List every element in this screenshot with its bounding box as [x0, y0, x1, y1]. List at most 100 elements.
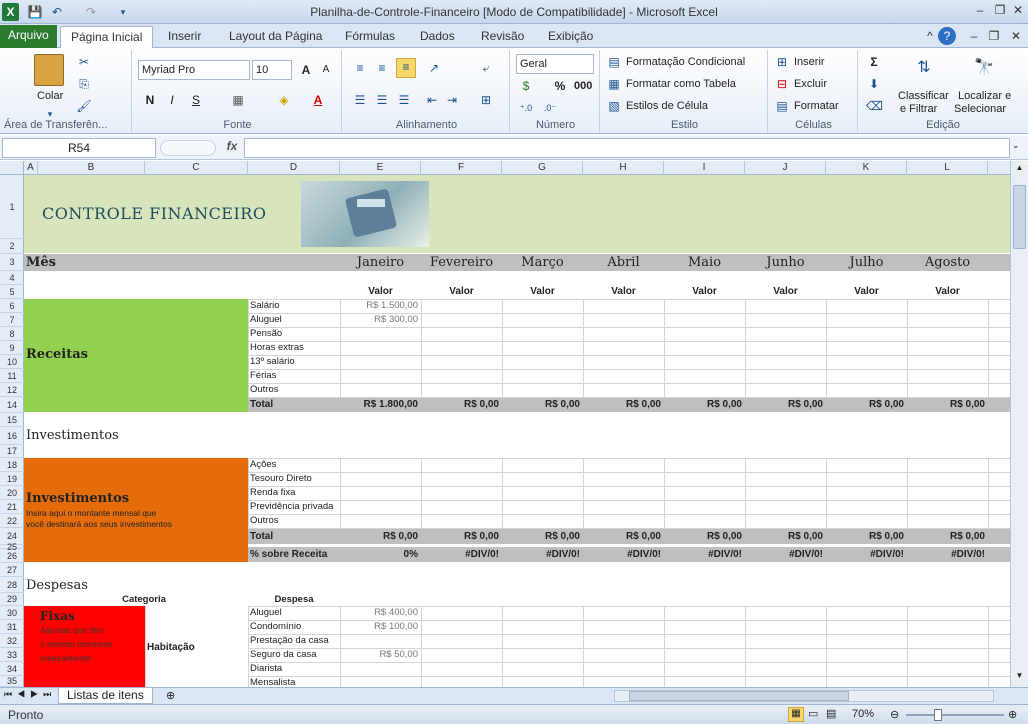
decrease-indent-icon[interactable]: ⇤ [424, 92, 440, 108]
column-header[interactable]: D [248, 161, 340, 175]
insert-function-button[interactable]: fx [222, 139, 242, 157]
tab-dados[interactable]: Dados [410, 26, 465, 48]
increase-decimal-icon[interactable]: ⁺.0 [518, 100, 534, 116]
sheet-nav-icon[interactable]: ⏮◀▶⏭ [4, 689, 56, 700]
number-format-combo[interactable]: Geral [516, 54, 594, 74]
zoom-out-icon[interactable]: ⊖ [890, 708, 899, 721]
autosum-icon[interactable]: Σ [866, 54, 882, 70]
row-header[interactable]: 3 [0, 254, 24, 271]
row-header[interactable]: 30 [0, 606, 24, 620]
zoom-level[interactable]: 70% [852, 708, 874, 720]
normal-view-icon[interactable]: ▦ [788, 707, 804, 722]
insert-sheet-icon[interactable]: ⊕ [166, 689, 175, 702]
conditional-formatting-button[interactable]: Formatação Condicional [626, 56, 745, 68]
row-header[interactable]: 33 [0, 648, 24, 662]
wb-close-icon[interactable]: ✕ [1004, 27, 1028, 45]
align-center-icon[interactable]: ☰ [374, 92, 390, 108]
page-break-view-icon[interactable]: ▤ [826, 707, 836, 720]
row-header[interactable]: 20 [0, 486, 24, 500]
conditional-formatting-icon[interactable]: ▤ [606, 54, 622, 70]
scroll-down-icon[interactable]: ▼ [1013, 671, 1026, 683]
row-header[interactable]: 18 [0, 458, 24, 472]
worksheet-grid[interactable]: CONTROLE FINANCEIRO Mês Janeiro Fevereiro Ma… [24, 175, 1010, 687]
vertical-scroll-thumb[interactable] [1013, 185, 1026, 249]
font-name-combo[interactable]: Myriad Pro [138, 60, 250, 80]
row-header[interactable]: 5 [0, 285, 24, 299]
sheet-tab-listas[interactable]: Listas de itens [58, 688, 153, 704]
sort-filter-icon[interactable]: ⇅ [912, 56, 936, 80]
row-header[interactable]: 1 [0, 175, 24, 239]
row-header[interactable]: 17 [0, 445, 24, 458]
percent-button[interactable]: % [552, 78, 568, 94]
cell-styles-button[interactable]: Estilos de Célula [626, 100, 708, 112]
tab-formulas[interactable]: Fórmulas [335, 26, 405, 48]
row-header[interactable]: 10 [0, 355, 24, 369]
tab-pagina-inicial[interactable]: Página Inicial [60, 26, 154, 49]
help-icon[interactable]: ? [938, 27, 956, 45]
tab-revisao[interactable]: Revisão [471, 26, 534, 48]
scroll-up-icon[interactable]: ▲ [1013, 163, 1026, 175]
paste-icon[interactable] [34, 54, 64, 86]
fill-icon[interactable]: ⬇ [866, 76, 882, 92]
column-header[interactable]: G [502, 161, 583, 175]
insert-cells-icon[interactable]: ⊞ [774, 54, 790, 70]
paste-button[interactable]: Colar [37, 90, 63, 102]
row-header[interactable]: 29 [0, 593, 24, 606]
column-header[interactable]: L [907, 161, 988, 175]
close-icon[interactable]: ✕ [1006, 1, 1028, 19]
orientation-icon[interactable]: ↗ [426, 60, 442, 76]
select-all-button[interactable] [0, 161, 24, 175]
name-box[interactable]: R54 [2, 138, 156, 158]
horizontal-scrollbar[interactable] [614, 690, 994, 702]
row-header[interactable]: 22 [0, 514, 24, 528]
tab-arquivo[interactable]: Arquivo [0, 25, 57, 48]
row-header[interactable]: 12 [0, 383, 24, 397]
bold-button[interactable]: N [142, 92, 158, 108]
tab-inserir[interactable]: Inserir [158, 26, 211, 48]
copy-icon[interactable]: ⎘ [76, 76, 92, 92]
column-header[interactable]: J [745, 161, 826, 175]
wb-restore-icon[interactable]: ❐ [982, 27, 1006, 45]
format-as-table-button[interactable]: Formatar como Tabela [626, 78, 736, 90]
tab-exibicao[interactable]: Exibição [538, 26, 603, 48]
column-header[interactable]: F [421, 161, 502, 175]
column-header[interactable]: A [24, 161, 38, 175]
increase-indent-icon[interactable]: ⇥ [444, 92, 460, 108]
expand-formula-icon[interactable]: ⌄ [1012, 140, 1020, 151]
row-header[interactable]: 32 [0, 634, 24, 648]
row-header[interactable]: 4 [0, 271, 24, 285]
row-header[interactable]: 16 [0, 427, 24, 445]
row-header[interactable]: 15 [0, 413, 24, 427]
vertical-scrollbar[interactable]: ▲ ▼ [1010, 161, 1028, 687]
column-header[interactable]: I [664, 161, 745, 175]
row-header[interactable]: 21 [0, 500, 24, 514]
cut-icon[interactable]: ✂ [76, 54, 92, 70]
zoom-slider-thumb[interactable] [934, 709, 942, 721]
insert-cells-button[interactable]: Inserir [794, 56, 825, 68]
column-header[interactable]: H [583, 161, 664, 175]
underline-button[interactable]: S [188, 92, 204, 108]
fill-color-icon[interactable]: ◈ [276, 92, 292, 108]
zoom-in-icon[interactable]: ⊕ [1008, 708, 1017, 721]
column-header[interactable]: E [340, 161, 421, 175]
find-select-button-2[interactable]: Selecionar [954, 103, 1006, 115]
align-bottom-icon[interactable]: ≡ [396, 58, 416, 78]
row-header[interactable]: 19 [0, 472, 24, 486]
borders-icon[interactable]: ▦ [230, 92, 246, 108]
horizontal-scroll-thumb[interactable] [629, 691, 849, 701]
delete-cells-icon[interactable]: ⊟ [774, 76, 790, 92]
italic-button[interactable]: I [164, 92, 180, 108]
row-header[interactable]: 7 [0, 313, 24, 327]
find-select-button[interactable]: Localizar e [958, 90, 1011, 102]
column-header[interactable]: C [145, 161, 248, 175]
grow-font-icon[interactable]: A [298, 62, 314, 78]
row-header[interactable]: 2 [0, 239, 24, 254]
column-header[interactable]: B [38, 161, 145, 175]
row-header[interactable]: 6 [0, 299, 24, 313]
row-header[interactable]: 26 [0, 549, 24, 563]
row-header[interactable]: 9 [0, 341, 24, 355]
font-size-combo[interactable]: 10 [252, 60, 292, 80]
formula-input[interactable] [244, 138, 1010, 158]
delete-cells-button[interactable]: Excluir [794, 78, 827, 90]
shrink-font-icon[interactable]: A [318, 62, 334, 78]
